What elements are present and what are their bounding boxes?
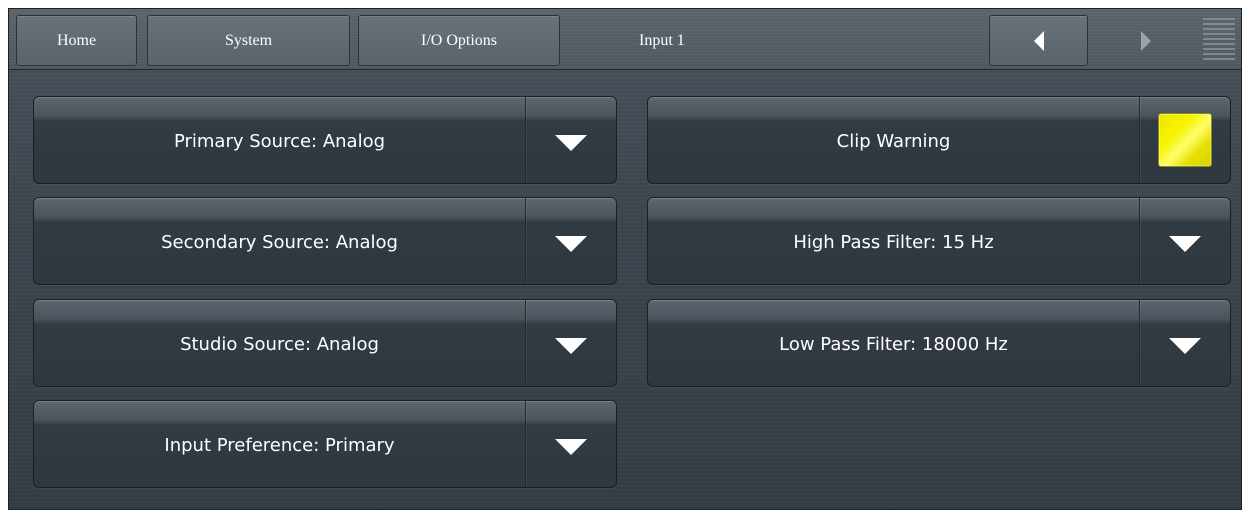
tab-io-options[interactable]: I/O Options xyxy=(358,15,560,66)
dropdown-triangle-icon[interactable] xyxy=(555,236,587,252)
back-button[interactable] xyxy=(989,15,1088,66)
primary-source-label: Primary Source: Analog xyxy=(173,130,386,152)
divider xyxy=(525,300,526,386)
dropdown-triangle-icon[interactable] xyxy=(555,135,587,151)
low-pass-filter-label: Low Pass Filter: 18000 Hz xyxy=(779,333,1008,355)
dropdown-triangle-icon[interactable] xyxy=(1169,338,1201,354)
tab-system[interactable]: System xyxy=(147,15,350,66)
menu-icon[interactable] xyxy=(1201,15,1237,65)
dropdown-triangle-icon[interactable] xyxy=(555,338,587,354)
studio-source-dropdown[interactable]: Studio Source: Analog xyxy=(33,299,617,387)
clip-warning-panel[interactable]: Clip Warning xyxy=(647,96,1231,184)
input-preference-dropdown[interactable]: Input Preference: Primary xyxy=(33,400,617,488)
divider xyxy=(1139,198,1140,284)
clip-warning-label: Clip Warning xyxy=(836,130,951,152)
divider xyxy=(1139,300,1140,386)
divider xyxy=(525,97,526,183)
secondary-source-dropdown[interactable]: Secondary Source: Analog xyxy=(33,197,617,285)
primary-source-dropdown[interactable]: Primary Source: Analog xyxy=(33,96,617,184)
input-preference-label: Input Preference: Primary xyxy=(164,434,395,456)
app-window: Home System I/O Options Input 1 Primary … xyxy=(8,8,1242,510)
dropdown-triangle-icon[interactable] xyxy=(555,439,587,455)
high-pass-filter-label: High Pass Filter: 15 Hz xyxy=(793,231,994,253)
chevron-left-icon xyxy=(1033,30,1044,51)
divider xyxy=(525,198,526,284)
chevron-right-icon xyxy=(1141,30,1151,51)
secondary-source-label: Secondary Source: Analog xyxy=(161,231,398,253)
clip-warning-color-swatch[interactable] xyxy=(1158,113,1212,167)
studio-source-label: Studio Source: Analog xyxy=(180,333,379,355)
page-title: Input 1 xyxy=(639,31,685,49)
top-navigation-bar: Home System I/O Options Input 1 xyxy=(9,9,1241,70)
forward-button[interactable] xyxy=(1106,15,1186,66)
high-pass-filter-dropdown[interactable]: High Pass Filter: 15 Hz xyxy=(647,197,1231,285)
low-pass-filter-dropdown[interactable]: Low Pass Filter: 18000 Hz xyxy=(647,299,1231,387)
tab-home[interactable]: Home xyxy=(16,15,137,66)
divider xyxy=(1139,97,1140,183)
dropdown-triangle-icon[interactable] xyxy=(1169,236,1201,252)
divider xyxy=(525,401,526,487)
